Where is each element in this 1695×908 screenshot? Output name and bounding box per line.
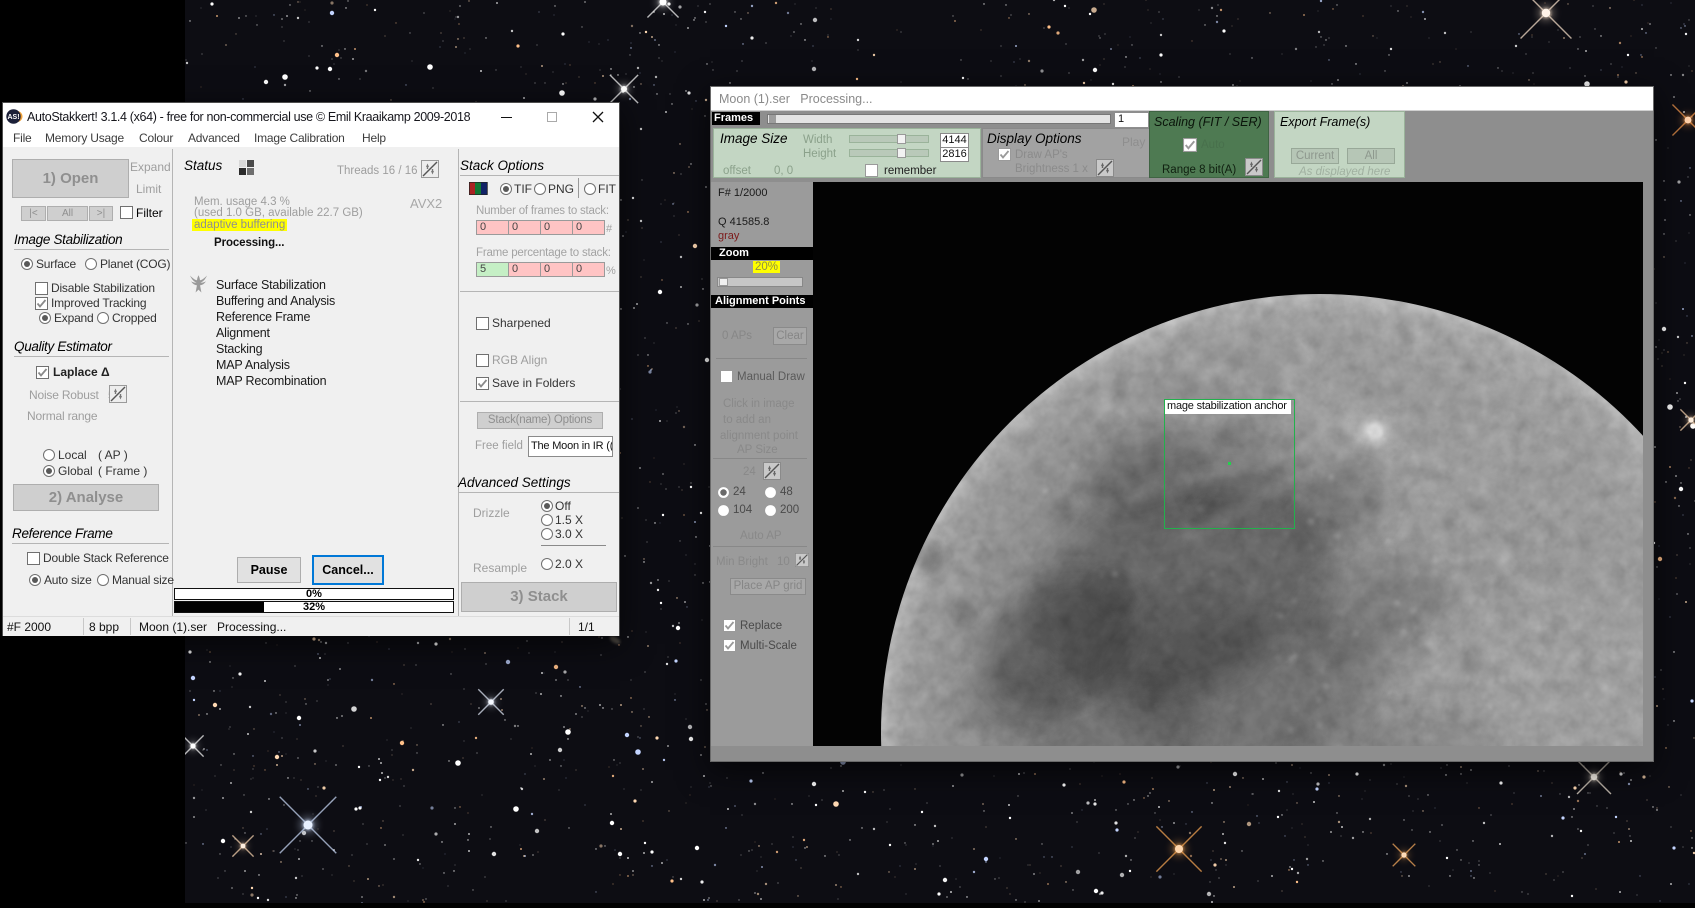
svg-text:AS!: AS! <box>7 114 19 121</box>
